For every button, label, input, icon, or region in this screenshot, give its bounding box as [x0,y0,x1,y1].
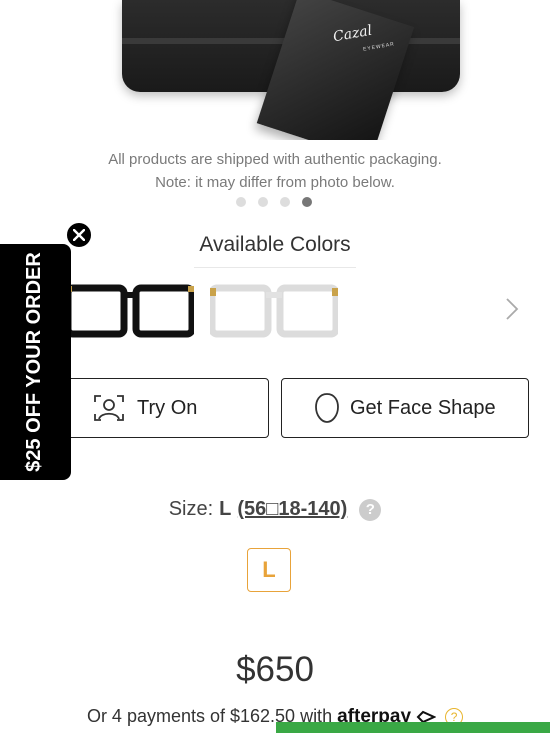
packaging-note: Note: it may differ from photo below. [155,174,395,191]
divider [194,267,356,268]
carousel-dots [236,197,312,207]
face-shape-label: Get Face Shape [350,396,496,419]
carousel-dot[interactable] [280,197,290,207]
size-label: Size: [168,498,214,520]
carousel-dot[interactable] [236,197,246,207]
face-scan-icon [94,395,124,421]
size-option-l[interactable]: L [247,548,291,592]
packaging-notice: All products are shipped with authentic … [108,151,442,168]
get-face-shape-button[interactable]: Get Face Shape [281,378,529,438]
size-dimensions-link[interactable]: (56□18-140) [237,498,347,521]
promo-text[interactable]: $25 OFF YOUR ORDER [23,244,49,480]
size-value: L [219,498,232,520]
color-swatch-black[interactable] [66,280,194,346]
carousel-dot-active[interactable] [302,197,312,207]
try-on-button[interactable]: Try On [60,378,269,438]
product-image: Cazal EYEWEAR [0,0,550,140]
size-row: Size: L (56□18-140) ? [0,498,550,521]
help-icon[interactable]: ? [359,498,382,521]
carousel-dot[interactable] [258,197,268,207]
try-on-label: Try On [137,396,198,419]
chevron-right-icon[interactable] [502,296,522,322]
color-swatch-crystal[interactable] [210,280,338,346]
close-icon[interactable] [65,221,93,249]
add-to-cart-bar[interactable] [276,722,550,733]
price: $650 [236,650,314,689]
face-outline-icon [315,393,339,423]
